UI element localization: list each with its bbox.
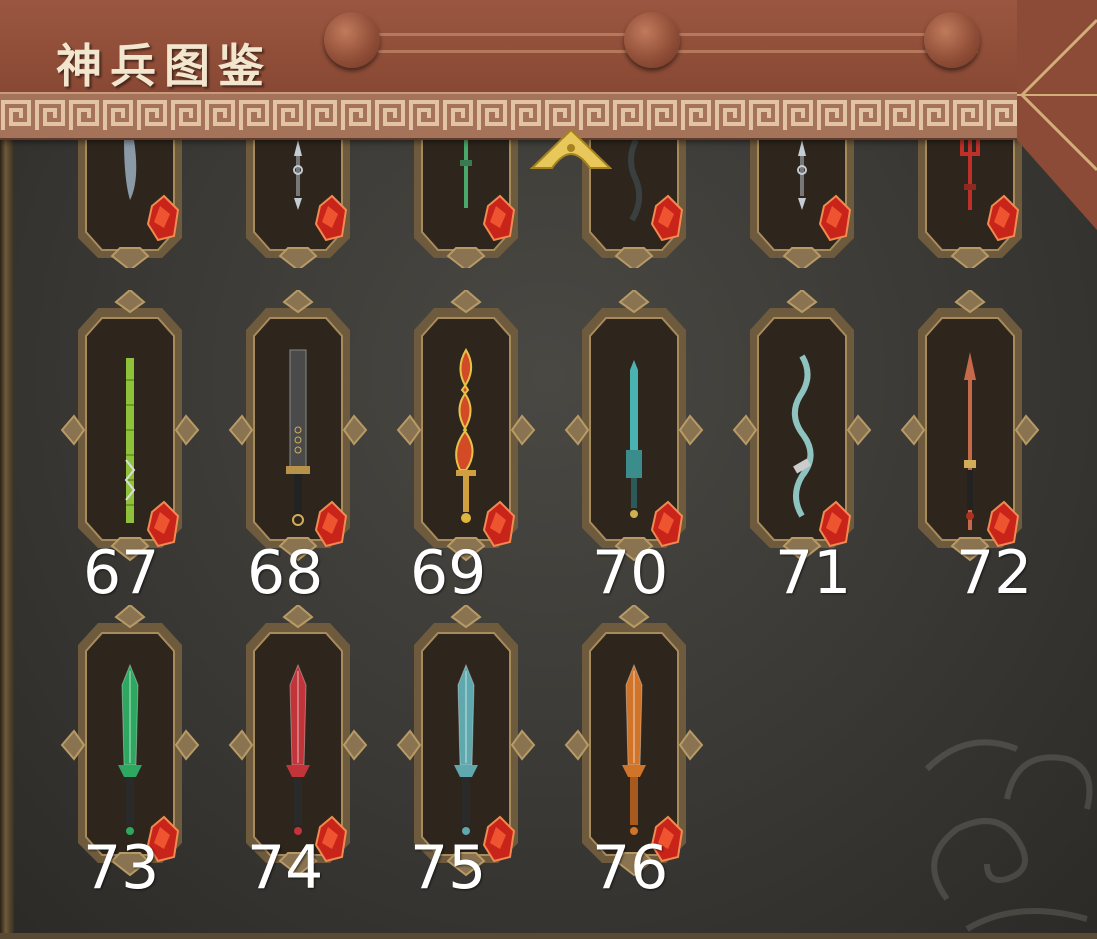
weapon-card[interactable]: [228, 290, 368, 570]
fret-border: [0, 92, 1020, 140]
bamboo-staff-icon: [124, 358, 136, 523]
weapon-number-label: 73: [83, 833, 160, 903]
bottom-frame-border: [0, 933, 1097, 939]
weapon-card[interactable]: [396, 290, 536, 570]
cloud-ornament: [924, 739, 1093, 932]
weapon-number-label: 75: [410, 833, 487, 903]
weapon-number-label: 68: [247, 538, 324, 608]
header-knob: [924, 12, 980, 68]
weapon-card[interactable]: [732, 290, 872, 570]
left-frame-border: [0, 140, 14, 939]
weapon-card[interactable]: [900, 290, 1040, 570]
weapon-number-label: 74: [247, 833, 324, 903]
header-knob: [324, 12, 380, 68]
weapon-number-label: 72: [956, 538, 1033, 608]
weapon-number-label: 70: [592, 538, 669, 608]
scroll-up-button[interactable]: [530, 126, 612, 174]
page-title: 神兵图鉴: [56, 39, 272, 93]
gold-arrow-up-icon: [530, 128, 612, 169]
weapon-number-label: 71: [775, 538, 852, 608]
weapon-number-label: 76: [592, 833, 669, 903]
weapon-card[interactable]: [60, 290, 200, 570]
header-corner-ornament: [1017, 0, 1097, 230]
weapon-card[interactable]: [564, 290, 704, 570]
weapon-number-label: 69: [410, 538, 487, 608]
weapon-number-label: 67: [83, 538, 160, 608]
header-banner: 神兵图鉴: [0, 0, 1020, 140]
header-knob: [624, 12, 680, 68]
